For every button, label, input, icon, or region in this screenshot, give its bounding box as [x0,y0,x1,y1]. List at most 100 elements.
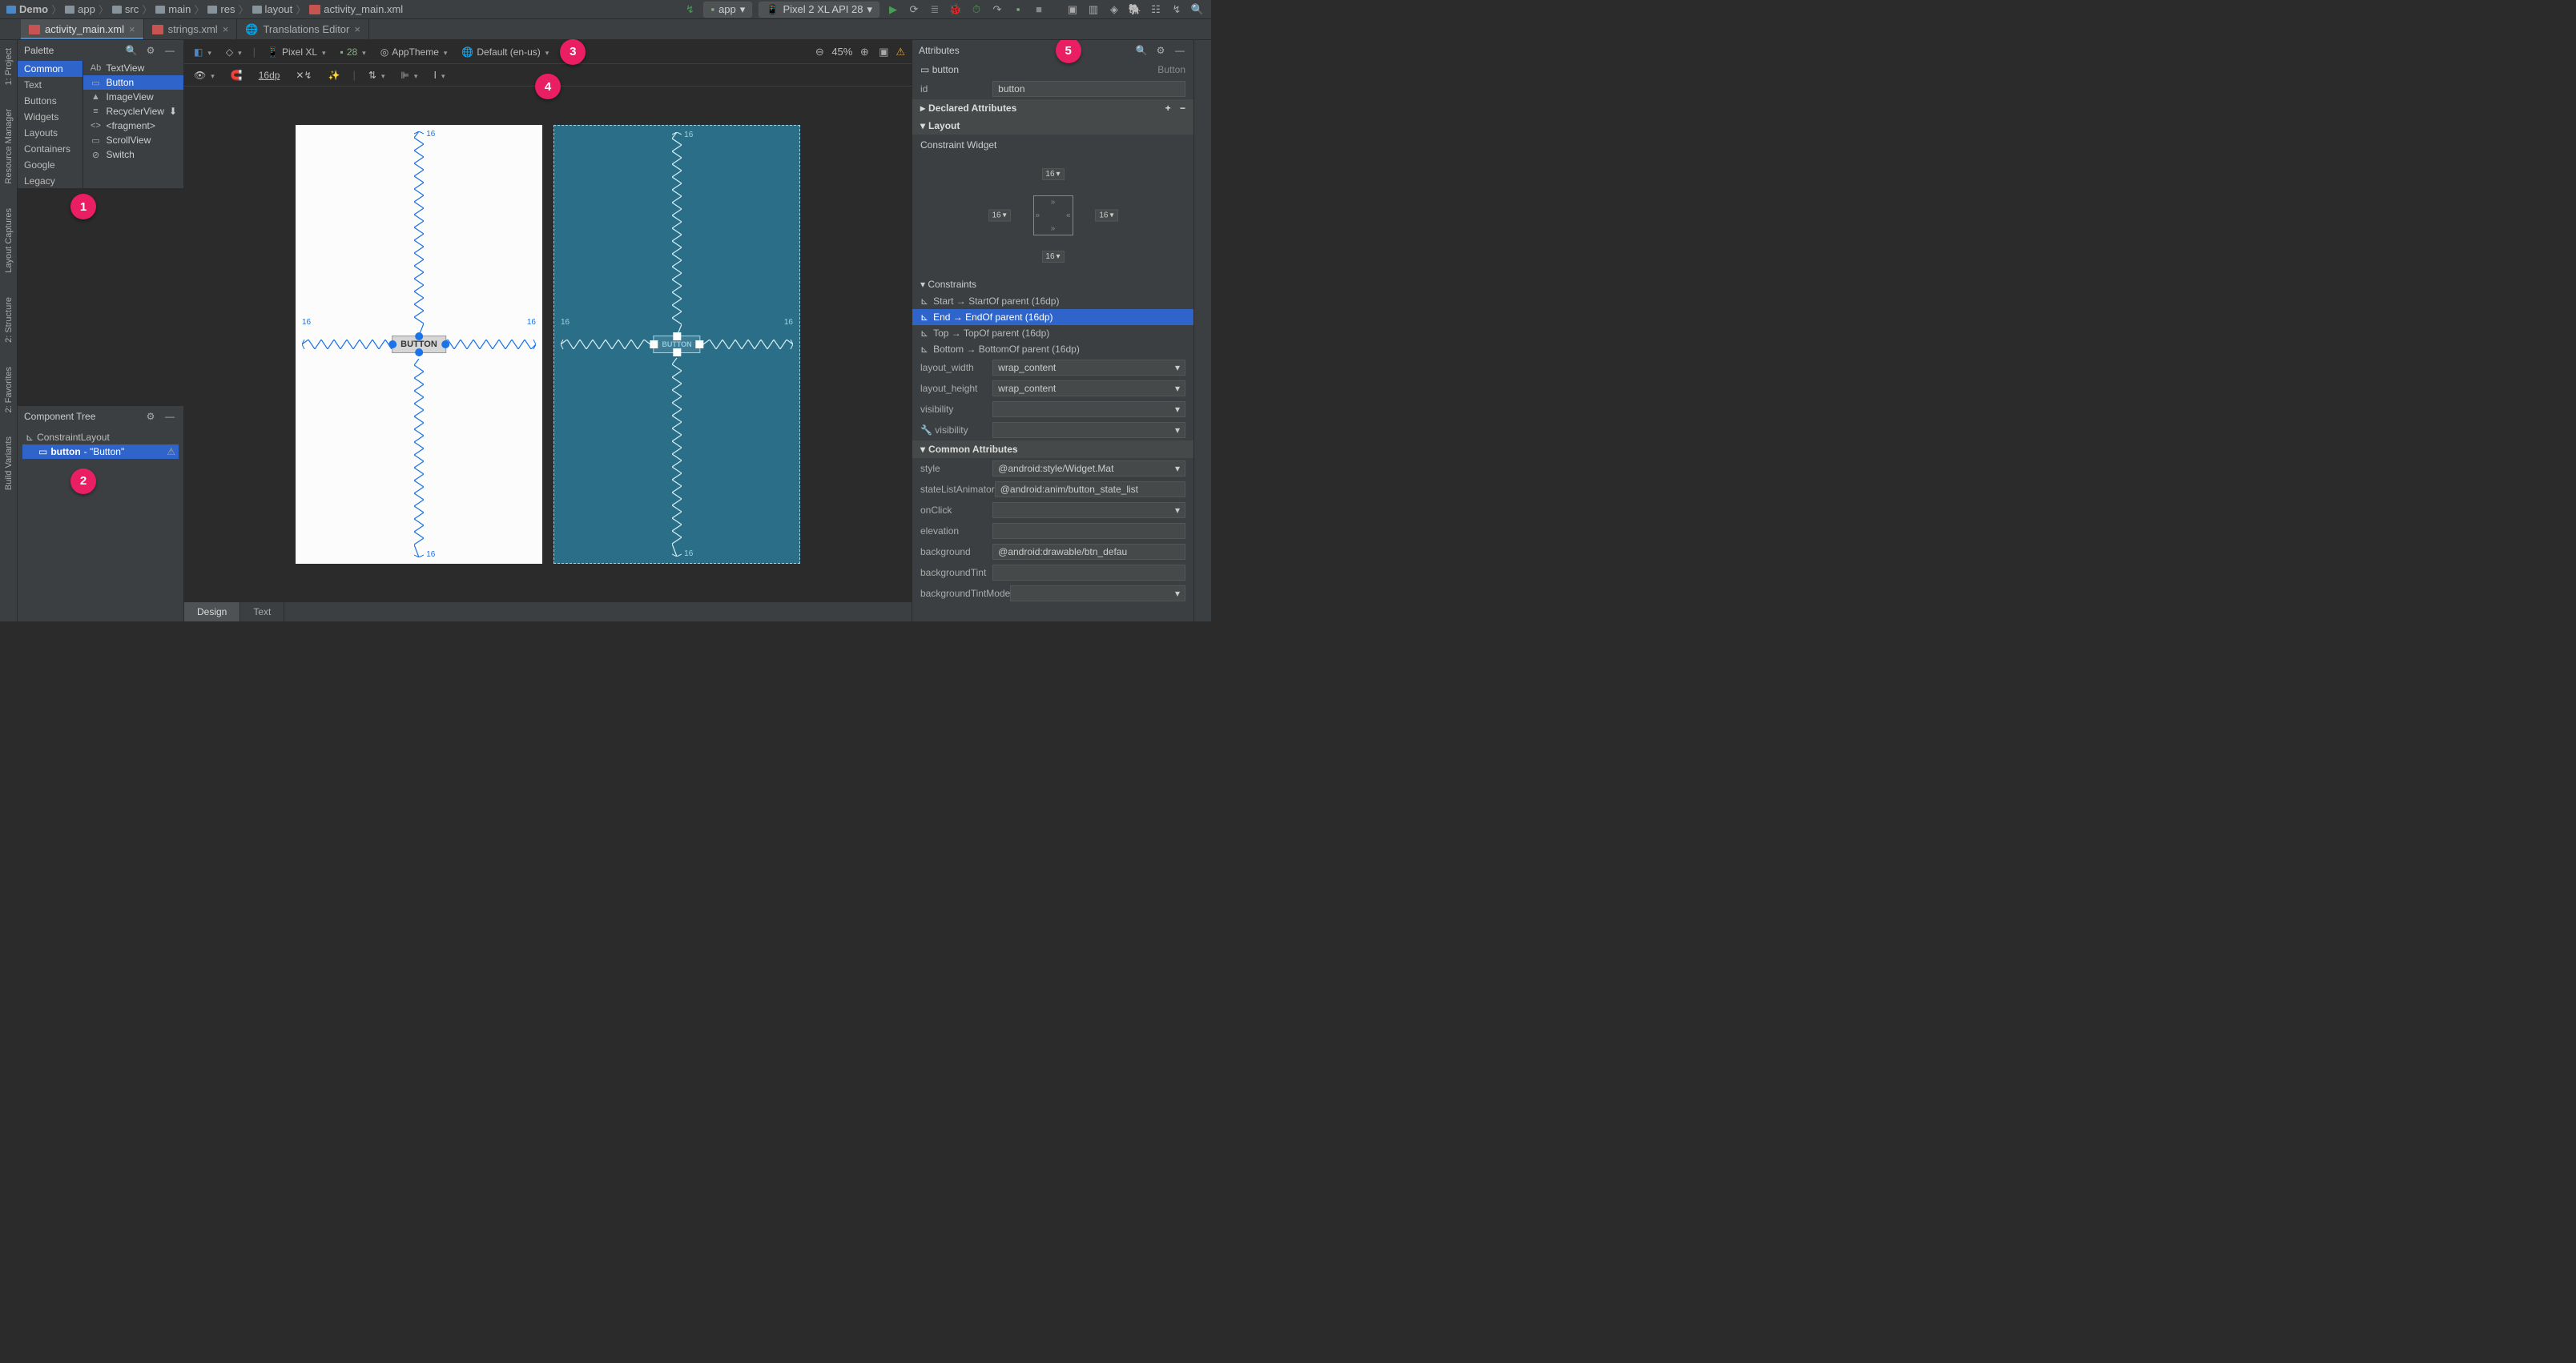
zoom-fit-icon[interactable]: ▣ [876,45,891,59]
gear-icon[interactable]: ⚙ [143,43,158,58]
orientation-toggle[interactable]: ◇ [223,45,245,59]
palette-item-textview[interactable]: AbTextView [83,61,183,75]
tab-activity-main[interactable]: activity_main.xml× [21,19,144,39]
layout-width-select[interactable]: wrap_content▾ [992,360,1185,376]
clear-constraints-icon[interactable]: ✕↯ [292,68,315,82]
palette-item-imageview[interactable]: ▲ImageView [83,90,183,104]
zoom-out-icon[interactable]: ⊖ [812,45,827,59]
tree-root[interactable]: ⊾ConstraintLayout [22,430,179,444]
theme-picker[interactable]: ◎ AppTheme [377,45,451,59]
minimize-icon[interactable]: — [1173,43,1187,58]
crumb-root[interactable]: Demo [6,3,48,15]
zoom-in-icon[interactable]: ⊕ [857,45,871,59]
gear-icon[interactable]: ⚙ [143,409,158,424]
palette-cat-layouts[interactable]: Layouts [18,125,83,141]
remove-icon[interactable]: − [1180,103,1185,114]
stop-icon[interactable]: ≣ [928,2,942,17]
backgroundtint-input[interactable] [992,565,1185,581]
design-surface[interactable]: 16 16 16 16 BUTTON [296,125,542,564]
crumb-file[interactable]: activity_main.xml [309,3,403,15]
align-icon[interactable]: ⊫ [397,68,421,82]
sync-icon[interactable]: ↯ [682,2,697,17]
palette-item-button[interactable]: ▭Button [83,75,183,90]
rail-resource-manager[interactable]: Resource Manager [4,109,14,184]
close-icon[interactable]: × [223,23,229,35]
minimize-icon[interactable]: — [163,43,177,58]
crumb[interactable]: res [207,3,235,15]
cw-bottom[interactable]: 16▾ [1041,251,1064,263]
palette-item-scrollview[interactable]: ▭ScrollView [83,133,183,147]
section-layout[interactable]: ▾ Layout [912,117,1193,135]
elevation-input[interactable] [992,523,1185,539]
statelistanimator-input[interactable] [995,481,1185,497]
tab-translations[interactable]: 🌐Translations Editor× [237,19,369,39]
palette-item-fragment[interactable]: <><fragment> [83,119,183,133]
settings-icon[interactable]: ↯ [1169,2,1184,17]
device-selector[interactable]: 📱Pixel 2 XL API 28▾ [759,2,879,18]
search-icon[interactable]: 🔍 [124,43,139,58]
palette-cat-legacy[interactable]: Legacy [18,173,83,189]
blueprint-surface[interactable]: 16 16 16 16 BUTTON [553,125,800,564]
crumb[interactable]: layout [252,3,293,15]
default-margin[interactable]: 16dp [256,68,284,82]
constraint-start[interactable]: ⊾Start → StartOf parent (16dp) [912,293,1193,309]
canvas-button[interactable]: BUTTON [392,336,446,353]
palette-cat-common[interactable]: Common [18,61,83,77]
pack-icon[interactable]: ⇅ [365,68,388,82]
sdk-icon[interactable]: ▥ [1086,2,1101,17]
attach-icon[interactable]: ↷ [990,2,1004,17]
blueprint-button[interactable]: BUTTON [653,336,700,353]
locale-picker[interactable]: 🌐 Default (en-us) [458,45,552,59]
handle-s[interactable] [673,348,681,356]
device-picker[interactable]: 📱 Pixel XL [264,45,329,59]
palette-cat-buttons[interactable]: Buttons [18,93,83,109]
btab-text[interactable]: Text [240,602,284,621]
minimize-icon[interactable]: — [163,409,177,424]
guidelines-icon[interactable]: Ⅰ [430,68,448,82]
constraints-title[interactable]: ▾ Constraints [912,275,1193,293]
gradle-icon[interactable]: 🐘 [1128,2,1142,17]
handle-e[interactable] [696,340,704,348]
handle-s[interactable] [415,348,423,356]
search-everywhere-icon[interactable]: 🔍 [1190,2,1205,17]
style-select[interactable]: @android:style/Widget.Mat▾ [992,460,1185,476]
profile-icon[interactable]: ⏱ [969,2,984,17]
background-input[interactable] [992,544,1185,560]
constraint-end[interactable]: ⊾End → EndOf parent (16dp) [912,309,1193,325]
design-canvas[interactable]: 4 16 16 16 16 BUTTON [184,86,912,602]
onclick-select[interactable]: ▾ [992,502,1185,518]
layout-inspector-icon[interactable]: ◈ [1107,2,1121,17]
tools-visibility-select[interactable]: ▾ [992,422,1185,438]
section-declared[interactable]: ▸ Declared Attributes+ − [912,99,1193,117]
close-icon[interactable]: × [354,23,360,35]
constraint-widget[interactable]: » » » « 16▾ 16▾ 16▾ 16▾ [912,155,1193,275]
tree-child-button[interactable]: ▭ button- "Button" ⚠ [22,444,179,459]
palette-cat-google[interactable]: Google [18,157,83,173]
handle-n[interactable] [673,332,681,340]
infer-constraints-icon[interactable]: ✨ [325,68,344,82]
handle-e[interactable] [441,340,449,348]
rail-favorites[interactable]: 2: Favorites [4,367,14,412]
rail-project[interactable]: 1: Project [4,48,14,85]
id-input[interactable] [992,81,1185,97]
btab-design[interactable]: Design [184,602,240,621]
rail-layout-captures[interactable]: Layout Captures [4,208,14,273]
search-icon[interactable]: 🔍 [1134,43,1149,58]
close-icon[interactable]: × [129,23,135,35]
handle-w[interactable] [388,340,396,348]
palette-cat-widgets[interactable]: Widgets [18,109,83,125]
magnet-icon[interactable]: 🧲 [227,68,246,82]
rail-structure[interactable]: 2: Structure [4,297,14,343]
gear-icon[interactable]: ⚙ [1153,43,1168,58]
rail-build-variants[interactable]: Build Variants [4,436,14,490]
cw-top[interactable]: 16▾ [1041,168,1064,180]
crumb[interactable]: app [65,3,95,15]
cw-left[interactable]: 16▾ [988,210,1011,222]
tab-strings[interactable]: strings.xml× [144,19,238,39]
constraint-bottom[interactable]: ⊾Bottom → BottomOf parent (16dp) [912,341,1193,357]
warning-icon[interactable]: ⚠ [167,446,175,457]
structure-icon[interactable]: ☷ [1149,2,1163,17]
add-icon[interactable]: + [1165,103,1171,114]
crumb[interactable]: src [112,3,139,15]
section-common[interactable]: ▾ Common Attributes [912,440,1193,458]
